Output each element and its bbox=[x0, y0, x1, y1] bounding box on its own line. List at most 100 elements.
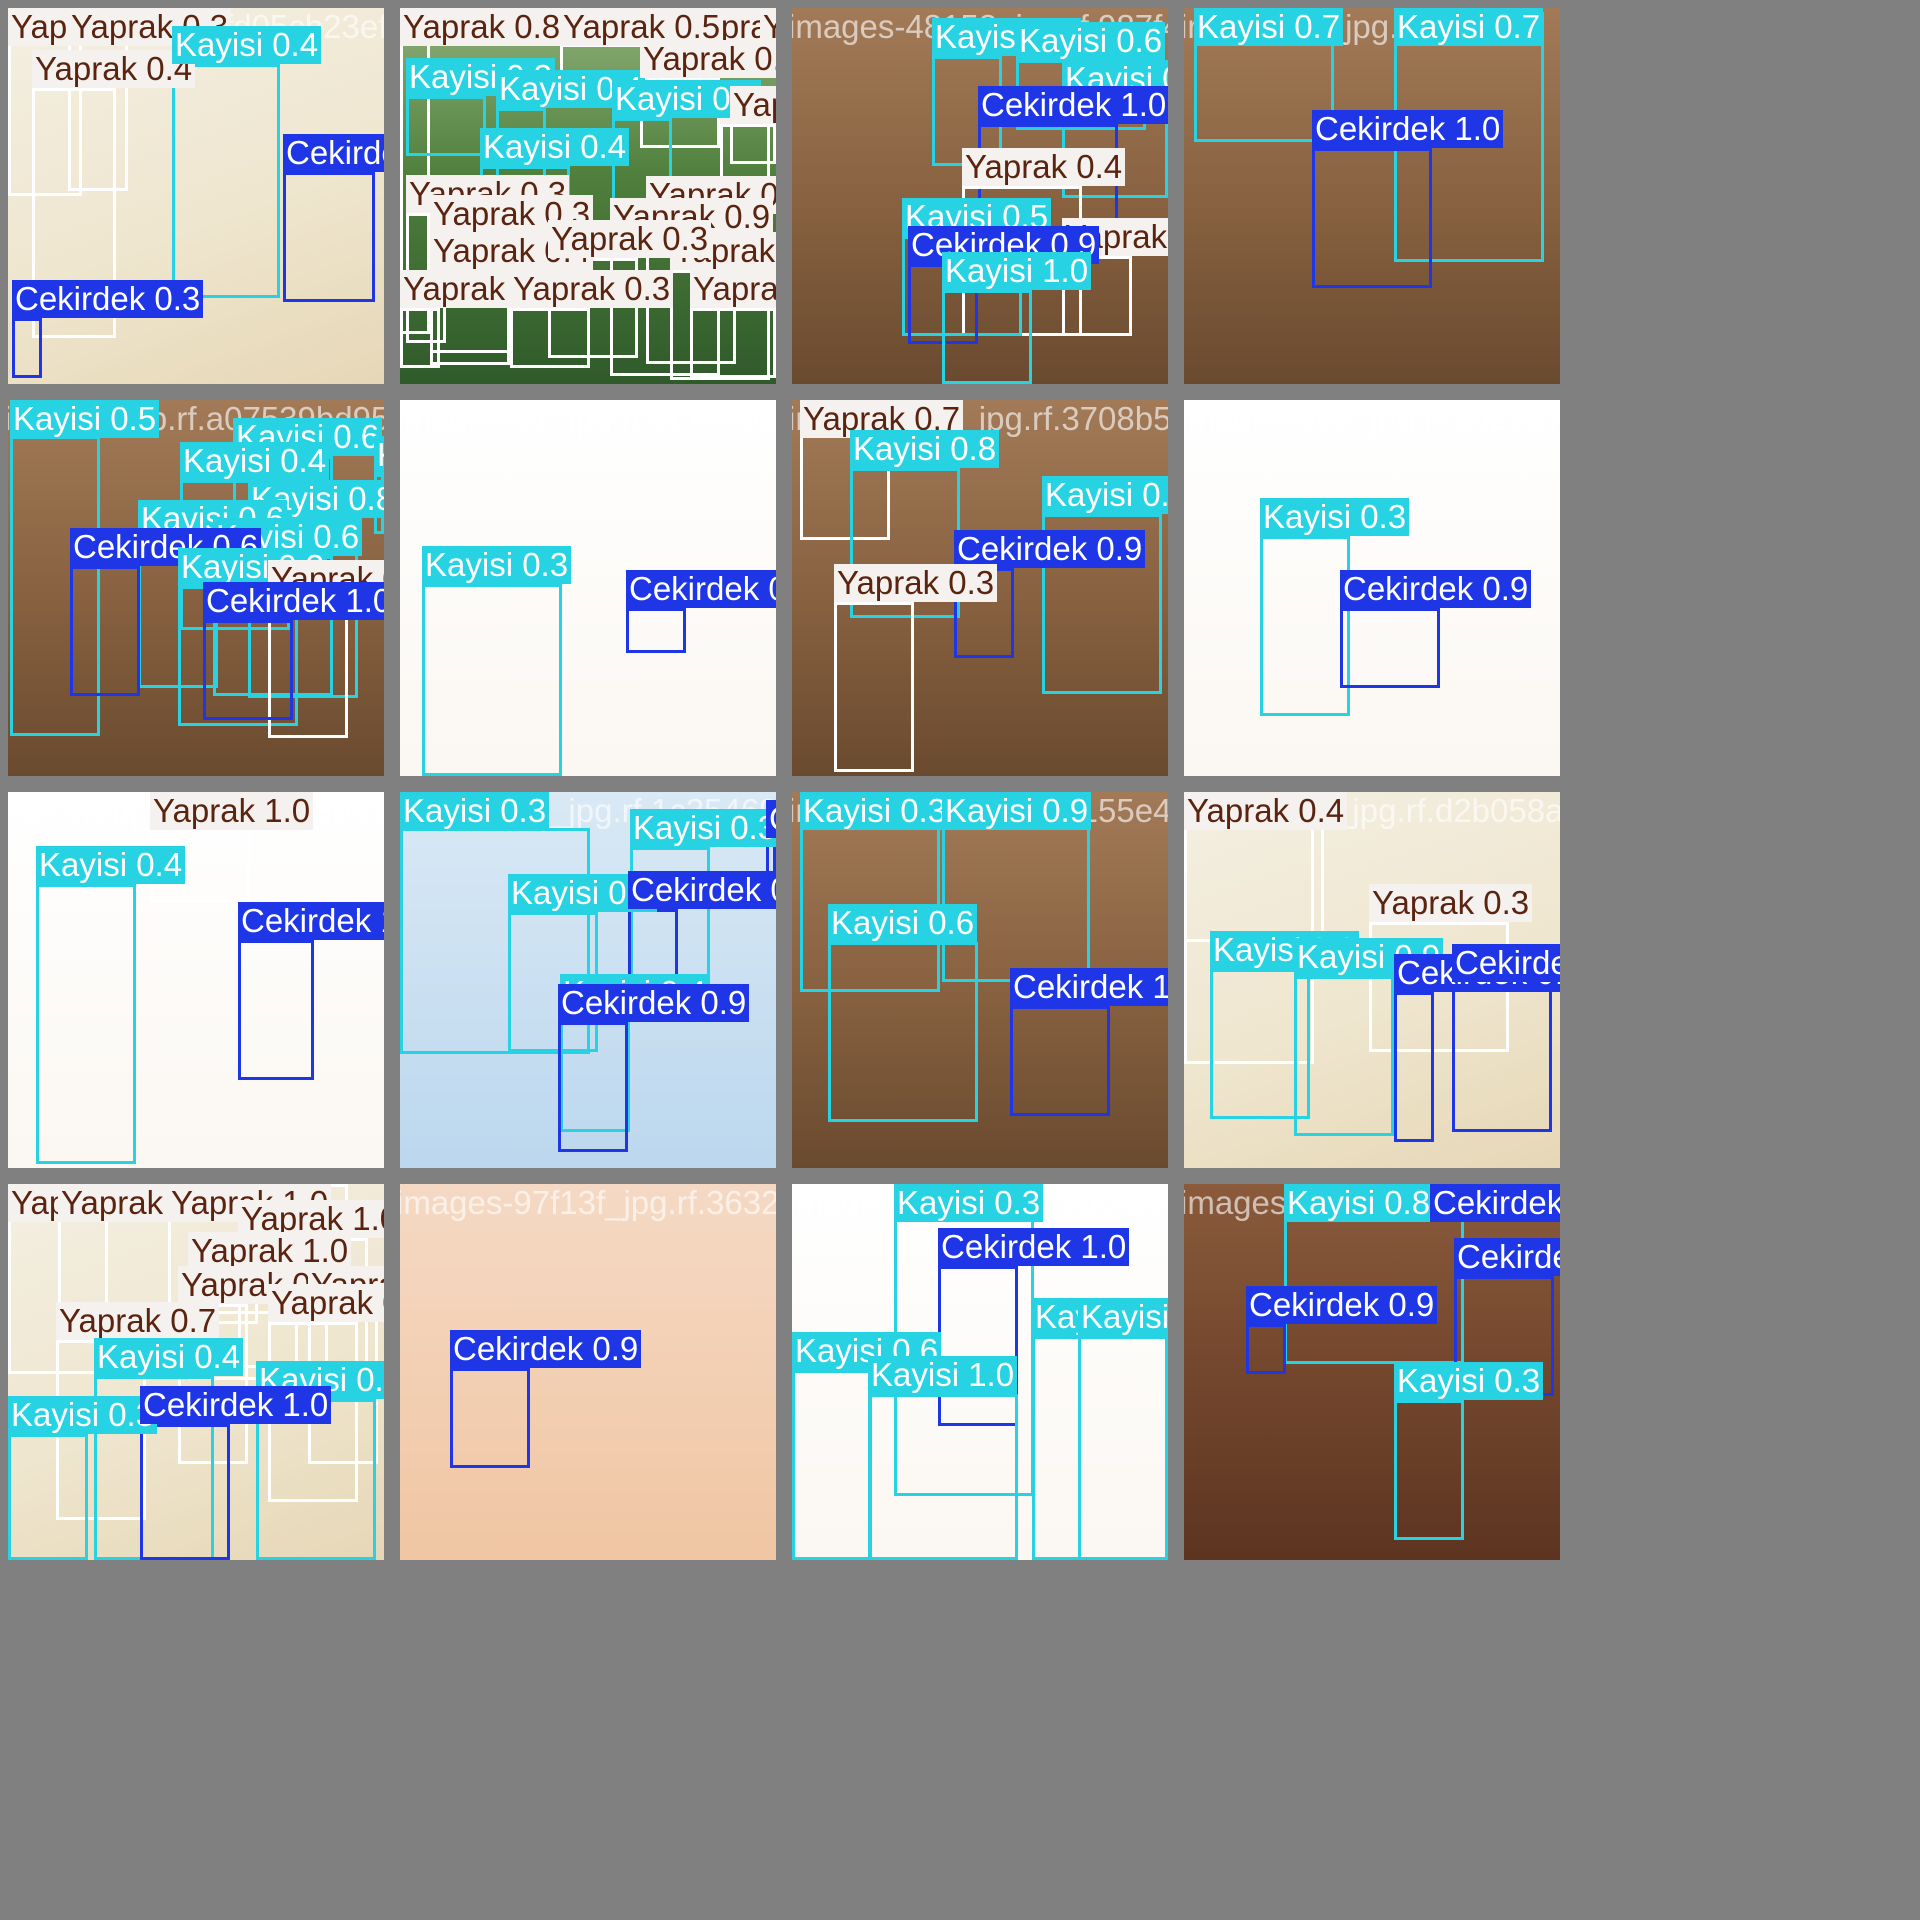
detection-label: Yaprak 0.8 bbox=[400, 8, 564, 46]
detection-box bbox=[70, 566, 140, 696]
image-tile: images-61_jpg.rf.9c7ea9a7 Kayisi 0.3 Cekir… bbox=[400, 400, 776, 776]
detection-box bbox=[140, 1424, 230, 1560]
detection-label: Kayisi 0.4 bbox=[1078, 1298, 1168, 1336]
detection-label: Kayisi 0.7 bbox=[1394, 8, 1544, 46]
detection-label: Cekirdek 0.8 bbox=[626, 570, 776, 608]
tile-filename: images-962_jpg.rf.802367a568 bbox=[1184, 400, 1560, 437]
detection-box bbox=[406, 96, 486, 156]
image-tile: images-329_jpg.rf.3708b5b5f124Yaprak 0.7… bbox=[792, 400, 1168, 776]
detection-label: Kayisi 0.3 bbox=[422, 546, 572, 584]
detection-box bbox=[1010, 1006, 1110, 1116]
detection-box bbox=[172, 64, 280, 298]
detection-label: Cekirdek 0.9 bbox=[1246, 1286, 1438, 1324]
detection-label: Kayisi 0.4 bbox=[94, 1338, 244, 1376]
detection-label: Yaprak 0.3 bbox=[548, 220, 712, 258]
detection-mosaic: i-1-_webp.rf.58fd05cb23efYaprak 0.3Yapra… bbox=[0, 0, 1920, 1920]
detection-label: Kayisi 1.0 bbox=[374, 436, 384, 474]
detection-box bbox=[12, 318, 42, 378]
detection-label: Cekirdek 0.5 bbox=[283, 134, 384, 172]
image-tile: images-97f13f_jpg.rf.36322aaf0 Cekirdek 0… bbox=[400, 1184, 776, 1560]
image-tile: images-41_jpg.rf.3b155e4Kayisi 0.3Kayisi… bbox=[792, 792, 1168, 1168]
image-tile: i-2-_webp.rf.361035c5b91512Yaprak 1.0Kay… bbox=[8, 792, 384, 1168]
image-tile: images-42_jpg.rf.1a2ecKayisi 0.8Cekirdek… bbox=[1184, 1184, 1560, 1560]
detection-box bbox=[1452, 982, 1552, 1132]
detection-label: Kayisi 0.7 bbox=[1194, 8, 1344, 46]
detection-label: Cekirdek 1.0 bbox=[978, 86, 1168, 124]
detection-label: Cekirdek 0.9 bbox=[450, 1330, 642, 1368]
detection-label: Kayisi 0.3 bbox=[630, 809, 776, 847]
detection-box bbox=[510, 308, 590, 368]
detection-label: Cekirdek 0.3 bbox=[12, 280, 204, 318]
detection-label: Kayisi 0.8 bbox=[850, 430, 1000, 468]
detection-label: Kayisi 0.6 bbox=[828, 904, 978, 942]
tile-filename: images-61_jpg.rf.9c7ea9a7 bbox=[400, 400, 776, 437]
detection-label: Cekirdek 1.0 bbox=[140, 1386, 332, 1424]
detection-box bbox=[203, 620, 293, 720]
detection-label: Kayisi 0.7 bbox=[1042, 476, 1168, 514]
detection-label: Kayisi 0.3 bbox=[1260, 498, 1410, 536]
detection-label: Yaprak 0.3 bbox=[834, 564, 998, 602]
detection-box bbox=[828, 942, 978, 1122]
detection-box bbox=[450, 1368, 530, 1468]
detection-label: Kayisi 0.3 bbox=[894, 1184, 1044, 1222]
detection-label: Yaprak 0.3 bbox=[730, 86, 776, 124]
detection-label: Yaprak 0.3 bbox=[510, 270, 674, 308]
image-tile: images-1-_jpg.rf.6eb4Kayisi 0.7Kayisi 0.… bbox=[1184, 8, 1560, 384]
detection-label: Cekirdek 1.0 bbox=[203, 582, 384, 620]
detection-box bbox=[1394, 992, 1434, 1142]
detection-box bbox=[1312, 148, 1432, 288]
detection-label: Yaprak 0.4 bbox=[32, 50, 196, 88]
detection-box bbox=[1340, 608, 1440, 688]
detection-label: Cekirdek 1.0 bbox=[238, 902, 384, 940]
detection-box bbox=[834, 602, 914, 772]
image-tile: images-1-_jpg.rf.9f1e0aYaprak 0.8Yaprak … bbox=[400, 8, 776, 384]
image-tile: images-53_jpg.rf.1c354690dKayisi 0.3Kayi… bbox=[400, 792, 776, 1168]
detection-label: Cekirdek 0.9 bbox=[954, 530, 1146, 568]
detection-label: Kayisi 0.5 bbox=[10, 400, 160, 438]
detection-box bbox=[942, 290, 1032, 384]
detection-box bbox=[1394, 1400, 1464, 1540]
image-tile: images-962_jpg.rf.802367a568 Kayisi 0.3 Ce… bbox=[1184, 400, 1560, 776]
detection-label: Kayisi 0.3 bbox=[1394, 1362, 1544, 1400]
detection-label: Yaprak 0.7 bbox=[56, 1302, 220, 1340]
detection-box bbox=[283, 172, 375, 302]
detection-label: Yaprak 0.3 bbox=[268, 1284, 384, 1322]
detection-label: Cekirdek 1.0 bbox=[1452, 944, 1560, 982]
detection-label: Cekirdek 1.0 bbox=[1312, 110, 1504, 148]
image-tile: images-3_jpg.rf.a22d0f33eKayisi 0.3Cekir… bbox=[792, 1184, 1168, 1560]
detection-box bbox=[422, 584, 562, 776]
detection-box bbox=[868, 1394, 1018, 1560]
detection-box bbox=[1294, 976, 1394, 1136]
detection-label: Yaprak 0.4 bbox=[1184, 792, 1348, 830]
detection-label: Cekirdek 1.0 bbox=[1010, 968, 1168, 1006]
detection-box bbox=[730, 124, 776, 164]
detection-label: Kayisi 1.0 bbox=[868, 1356, 1018, 1394]
detection-label: Yaprak 0.3 bbox=[1369, 884, 1533, 922]
image-tile: i-6-_webp.rf.e12dYaprak 1.0Yaprak 1.0Yap… bbox=[8, 1184, 384, 1560]
tile-filename: images-97f13f_jpg.rf.36322aaf0 bbox=[400, 1184, 776, 1221]
detection-label: Kayisi 0.3 bbox=[400, 792, 550, 830]
detection-label: Yaprak 0.9 bbox=[640, 40, 776, 78]
detection-box bbox=[558, 1022, 628, 1152]
detection-label: Kayisi 1.0 bbox=[942, 252, 1092, 290]
detection-label: Kayisi 0.4 bbox=[180, 442, 330, 480]
detection-box bbox=[1246, 1324, 1286, 1374]
detection-label: Kayisi 0.4 bbox=[172, 26, 322, 64]
detection-label: Cekirdek 1.0 bbox=[1454, 1238, 1560, 1276]
detection-label: Kayisi 0.3 bbox=[8, 1396, 158, 1434]
detection-label: Yaprak 1.0 bbox=[150, 792, 314, 830]
detection-box bbox=[690, 308, 776, 378]
detection-label: Cekirdek 0.9 bbox=[558, 984, 750, 1022]
detection-box bbox=[626, 608, 686, 653]
detection-label: Cekirdek 0.8 bbox=[766, 800, 776, 838]
image-tile: i-1-_webp.rf.58fd05cb23efYaprak 0.3Yapra… bbox=[8, 8, 384, 384]
detection-label: Cekirdek 0.9 bbox=[1340, 570, 1532, 608]
image-tile: images-24_jpg.rf.d2b058a53Yaprak 0.7Yapr… bbox=[1184, 792, 1560, 1168]
detection-label: Yaprak 0.9 bbox=[690, 270, 776, 308]
detection-label: Yaprak 1.0 bbox=[188, 1232, 352, 1270]
detection-label: Cekirdek 0.3 bbox=[1430, 1184, 1560, 1222]
detection-label: Kayisi 0.8 bbox=[1284, 1184, 1434, 1222]
detection-box bbox=[792, 1370, 872, 1560]
image-tile: images-48158_jpg.rf.987f49991Kayisi 0.8K… bbox=[792, 8, 1168, 384]
detection-label: Cekirdek 1.0 bbox=[938, 1228, 1130, 1266]
